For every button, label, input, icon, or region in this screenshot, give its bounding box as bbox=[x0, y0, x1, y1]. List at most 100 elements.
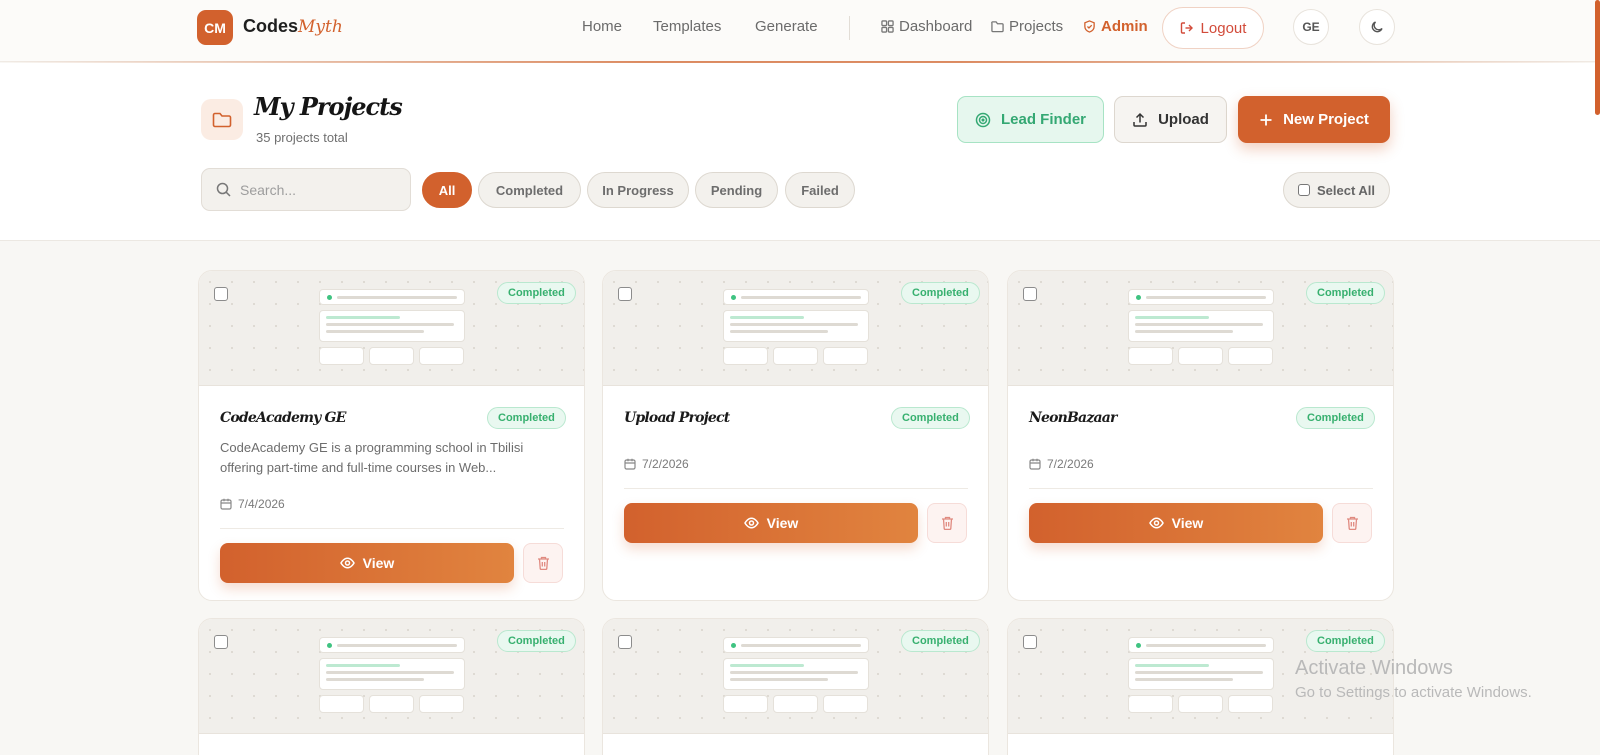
card-preview: Completed bbox=[199, 619, 584, 734]
logout-button[interactable]: Logout bbox=[1162, 7, 1264, 49]
delete-button[interactable] bbox=[523, 543, 563, 583]
card-checkbox[interactable] bbox=[214, 635, 228, 649]
view-label: View bbox=[362, 555, 395, 571]
project-card[interactable]: Completed NeonBazaar Completed 7/2/2026 … bbox=[1007, 270, 1394, 601]
brand-name-accent: Myth bbox=[298, 17, 343, 37]
trash-icon bbox=[1346, 516, 1358, 530]
view-label: View bbox=[766, 515, 799, 531]
template-thumbnail bbox=[319, 637, 465, 713]
project-card[interactable]: Completed bbox=[198, 618, 585, 755]
eye-icon bbox=[743, 517, 759, 529]
logo-badge[interactable]: CM bbox=[197, 10, 233, 45]
delete-button[interactable] bbox=[927, 503, 967, 543]
theme-toggle-button[interactable] bbox=[1359, 9, 1395, 45]
card-divider bbox=[624, 488, 968, 489]
template-thumbnail bbox=[1128, 637, 1274, 713]
moon-icon bbox=[1371, 21, 1383, 33]
logout-icon bbox=[1180, 22, 1193, 34]
view-button[interactable]: View bbox=[220, 543, 514, 583]
status-badge: Completed bbox=[891, 407, 970, 429]
nav-dashboard-link[interactable]: Dashboard bbox=[881, 18, 972, 35]
project-count: 35 projects total bbox=[256, 130, 348, 145]
preview-status-badge: Completed bbox=[497, 630, 576, 652]
search-box[interactable] bbox=[201, 168, 411, 211]
lead-finder-button[interactable]: Lead Finder bbox=[957, 96, 1104, 143]
folder-icon bbox=[991, 21, 1004, 33]
page-folder-icon-box bbox=[201, 99, 243, 140]
nav-dashboard-label: Dashboard bbox=[899, 18, 973, 35]
card-date-label: 7/2/2026 bbox=[1047, 457, 1094, 471]
filter-completed[interactable]: Completed bbox=[478, 172, 581, 208]
card-date: 7/2/2026 bbox=[624, 457, 689, 471]
card-date: 7/4/2026 bbox=[220, 497, 285, 511]
card-checkbox[interactable] bbox=[1023, 287, 1037, 301]
upload-label: Upload bbox=[1158, 111, 1209, 128]
search-input[interactable] bbox=[240, 181, 390, 198]
eye-icon bbox=[339, 557, 355, 569]
page-title: My Projects bbox=[254, 92, 403, 121]
nav-home-link[interactable]: Home bbox=[582, 18, 622, 35]
select-all-label: Select All bbox=[1316, 182, 1376, 198]
preview-status-badge: Completed bbox=[901, 282, 980, 304]
view-button[interactable]: View bbox=[624, 503, 918, 543]
card-date-label: 7/4/2026 bbox=[238, 497, 285, 511]
status-badge: Completed bbox=[487, 407, 566, 429]
lead-finder-label: Lead Finder bbox=[1000, 111, 1086, 128]
view-label: View bbox=[1171, 515, 1204, 531]
project-card[interactable]: Completed CodeAcademy GE Completed CodeA… bbox=[198, 270, 585, 601]
nav-projects-label: Projects bbox=[1009, 18, 1064, 35]
scrollbar-thumb[interactable] bbox=[1595, 0, 1600, 115]
nav-templates-link[interactable]: Templates bbox=[653, 18, 721, 35]
trash-icon bbox=[537, 556, 549, 570]
shield-icon bbox=[1084, 20, 1095, 33]
calendar-icon bbox=[220, 498, 232, 510]
preview-status-badge: Completed bbox=[497, 282, 576, 304]
calendar-icon bbox=[1029, 458, 1041, 470]
filter-all[interactable]: All bbox=[422, 172, 472, 208]
trash-icon bbox=[941, 516, 953, 530]
preview-status-badge: Completed bbox=[1306, 282, 1385, 304]
status-badge: Completed bbox=[1296, 407, 1375, 429]
template-thumbnail bbox=[723, 637, 869, 713]
card-title: NeonBazaar bbox=[1029, 410, 1117, 426]
select-all-button[interactable]: Select All bbox=[1283, 172, 1390, 208]
card-description: CodeAcademy GE is a programming school i… bbox=[220, 440, 524, 475]
upload-button[interactable]: Upload bbox=[1114, 96, 1227, 143]
page-header bbox=[0, 63, 1600, 241]
filter-pending[interactable]: Pending bbox=[695, 172, 778, 208]
nav-admin-label: Admin bbox=[1101, 18, 1148, 35]
card-checkbox[interactable] bbox=[1023, 635, 1037, 649]
activation-watermark-subtitle: Go to Settings to activate Windows. bbox=[1295, 684, 1532, 701]
nav-generate-link[interactable]: Generate bbox=[755, 18, 818, 35]
language-button[interactable]: GE bbox=[1293, 9, 1329, 45]
card-checkbox[interactable] bbox=[214, 287, 228, 301]
card-preview: Completed bbox=[1008, 271, 1393, 386]
nav-admin-link[interactable]: Admin bbox=[1083, 18, 1148, 35]
template-thumbnail bbox=[319, 289, 465, 365]
filter-failed[interactable]: Failed bbox=[785, 172, 855, 208]
nav-projects-link[interactable]: Projects bbox=[991, 18, 1063, 35]
checkbox-icon bbox=[1297, 184, 1310, 196]
template-thumbnail bbox=[1128, 289, 1274, 365]
folder-icon bbox=[212, 112, 232, 127]
brand-name: Codes bbox=[243, 16, 299, 36]
delete-button[interactable] bbox=[1332, 503, 1372, 543]
card-checkbox[interactable] bbox=[618, 635, 632, 649]
nav-separator bbox=[849, 16, 850, 40]
target-icon bbox=[975, 112, 991, 127]
card-checkbox[interactable] bbox=[618, 287, 632, 301]
card-divider bbox=[220, 528, 564, 529]
view-button[interactable]: View bbox=[1029, 503, 1323, 543]
card-title: CodeAcademy GE bbox=[220, 410, 346, 426]
card-preview: Completed bbox=[603, 271, 988, 386]
card-divider bbox=[1029, 488, 1373, 489]
filter-in-progress[interactable]: In Progress bbox=[587, 172, 689, 208]
project-card[interactable]: Completed Upload Project Completed 7/2/2… bbox=[602, 270, 989, 601]
logout-label: Logout bbox=[1200, 19, 1247, 37]
eye-icon bbox=[1148, 517, 1164, 529]
card-date: 7/2/2026 bbox=[1029, 457, 1094, 471]
project-card[interactable]: Completed bbox=[602, 618, 989, 755]
card-preview: Completed bbox=[199, 271, 584, 386]
logo-text[interactable]: CodesMyth bbox=[243, 16, 343, 37]
new-project-button[interactable]: New Project bbox=[1238, 96, 1390, 143]
